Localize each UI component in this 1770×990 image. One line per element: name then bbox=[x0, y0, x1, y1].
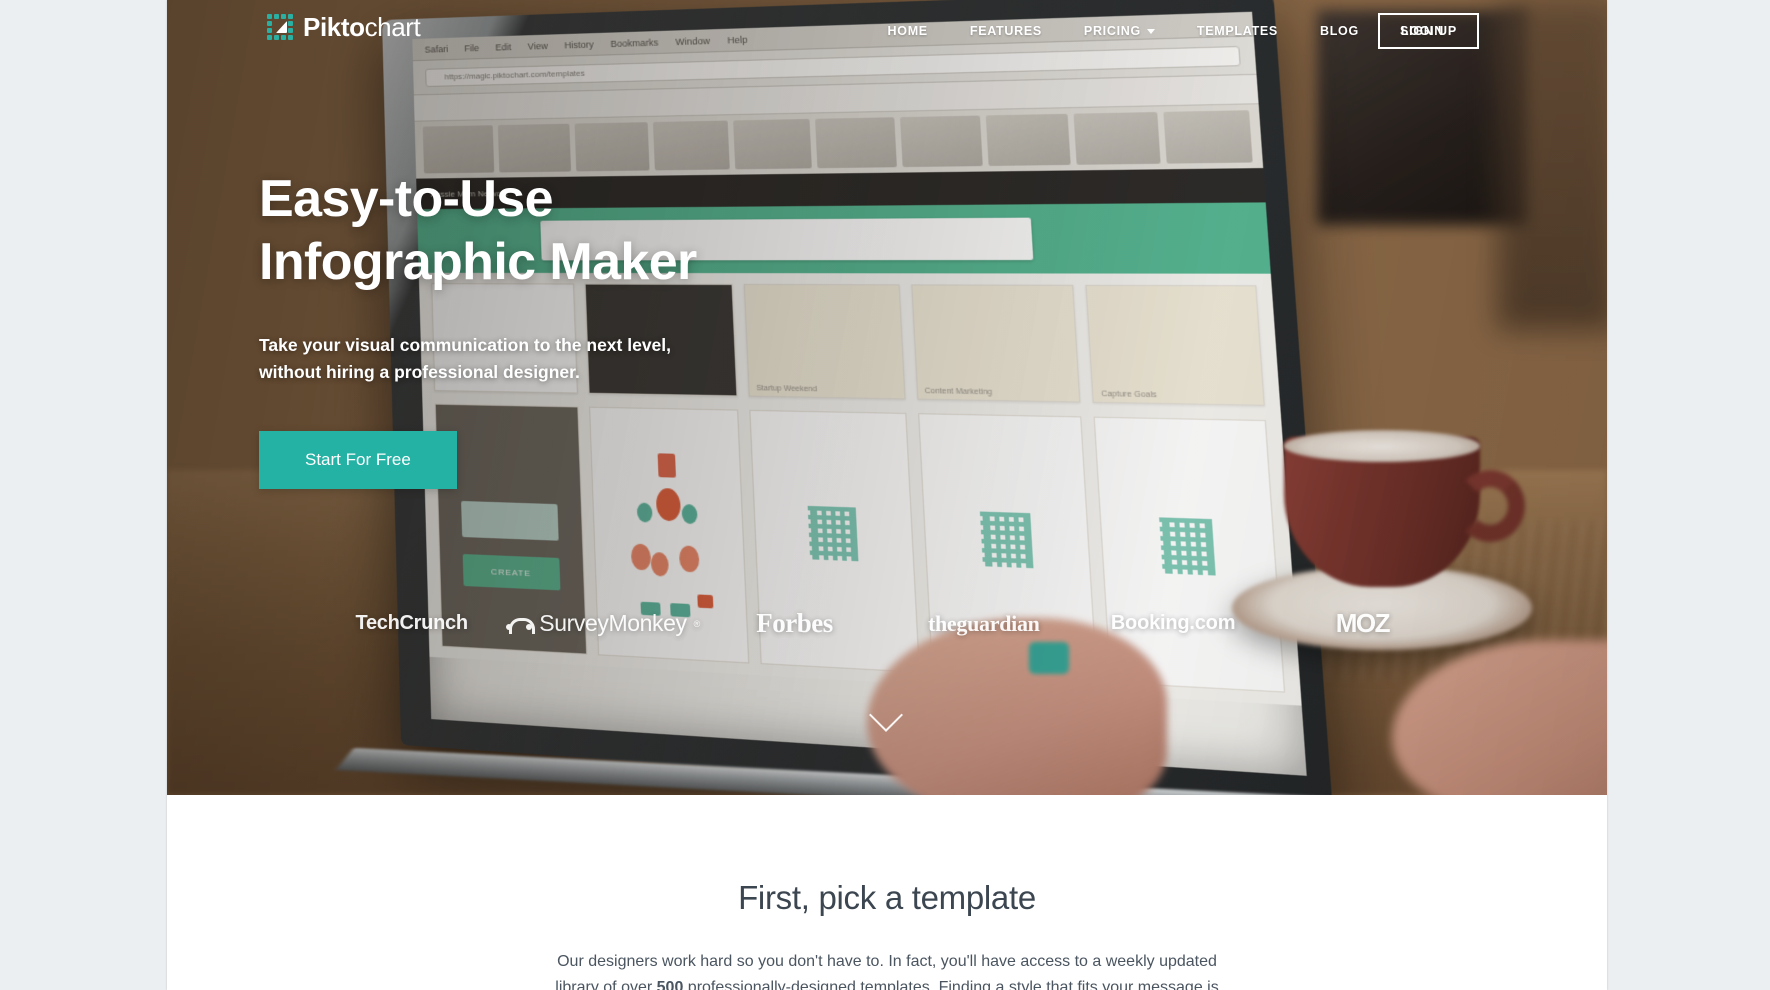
client-forbes: Forbes bbox=[756, 608, 833, 638]
section-heading: First, pick a template bbox=[738, 879, 1036, 916]
nav-pricing[interactable]: PRICING bbox=[1063, 24, 1176, 38]
client-bookingcom: Booking.com bbox=[1110, 612, 1236, 634]
surveymonkey-icon bbox=[506, 616, 536, 634]
hero-copy: Easy-to-Use Infographic Maker Take your … bbox=[259, 168, 697, 490]
page-container: Safari File Edit View History Bookmarks … bbox=[167, 0, 1607, 990]
brand-name-bold: Pikto bbox=[303, 12, 365, 42]
chevron-down-icon bbox=[1146, 29, 1155, 35]
client-techcrunch: TechCrunch bbox=[355, 612, 469, 634]
hero-headline: Easy-to-Use Infographic Maker bbox=[259, 168, 697, 294]
hero-headline-line2: Infographic Maker bbox=[259, 232, 697, 291]
nav-blog[interactable]: BLOG bbox=[1299, 24, 1380, 38]
hero-subtitle-line2: without hiring a professional designer. bbox=[259, 361, 580, 382]
section-body: Our designers work hard so you don't hav… bbox=[537, 949, 1237, 990]
nav-links: HOME FEATURES PRICING TEMPLATES BLOG LOG… bbox=[867, 0, 1465, 62]
nav-pricing-label: PRICING bbox=[1083, 24, 1141, 38]
client-surveymonkey-label: SurveyMonkey bbox=[539, 610, 687, 636]
start-for-free-button[interactable]: Start For Free bbox=[259, 431, 457, 490]
template-intro-section: First, pick a template Our designers wor… bbox=[167, 795, 1607, 990]
hero-subtitle: Take your visual communication to the ne… bbox=[259, 332, 679, 386]
client-logo-strip: TechCrunch SurveyMonkey ® Forbes theguard… bbox=[167, 608, 1607, 639]
section-body-count: 500 bbox=[656, 978, 684, 990]
nav-templates[interactable]: TEMPLATES bbox=[1176, 24, 1299, 38]
client-surveymonkey: SurveyMonkey ® bbox=[506, 610, 700, 637]
scroll-down-chevron-icon[interactable] bbox=[867, 697, 907, 737]
hero-section: Safari File Edit View History Bookmarks … bbox=[167, 0, 1607, 795]
section-body-line2: professionally-designed templates. Findi… bbox=[687, 978, 1219, 990]
piktochart-grid-logo-icon bbox=[267, 14, 294, 41]
brand-wordmark: Piktochart bbox=[303, 12, 421, 43]
nav-features[interactable]: FEATURES bbox=[949, 24, 1063, 38]
signup-button[interactable]: SIGN UP bbox=[1378, 13, 1479, 49]
client-moz: MOZ bbox=[1335, 608, 1391, 638]
client-theguardian: theguardian bbox=[927, 610, 1040, 636]
hero-headline-line1: Easy-to-Use bbox=[259, 170, 554, 228]
brand-name-light: chart bbox=[364, 12, 421, 42]
brand-logo[interactable]: Piktochart bbox=[267, 12, 421, 43]
nav-home[interactable]: HOME bbox=[867, 24, 949, 38]
top-navigation: Piktochart HOME FEATURES PRICING TEMPLAT… bbox=[167, 0, 1607, 62]
hero-subtitle-line1: Take your visual communication to the ne… bbox=[259, 334, 672, 355]
